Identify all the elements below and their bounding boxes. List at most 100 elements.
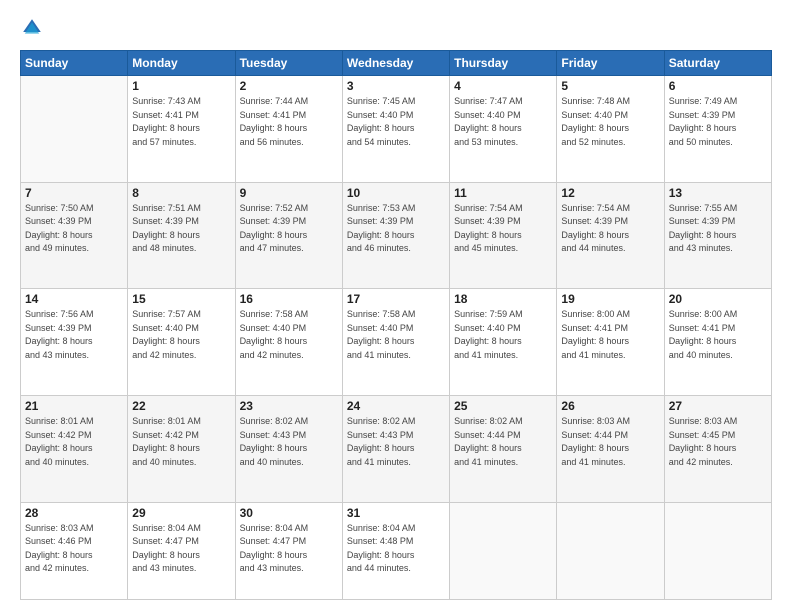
- calendar-cell: 19 Sunrise: 8:00 AMSunset: 4:41 PMDayligh…: [557, 289, 664, 396]
- weekday-header-thursday: Thursday: [450, 51, 557, 76]
- day-info: Sunrise: 7:47 AMSunset: 4:40 PMDaylight:…: [454, 95, 552, 149]
- calendar-cell: [557, 502, 664, 599]
- day-info: Sunrise: 8:03 AMSunset: 4:44 PMDaylight:…: [561, 415, 659, 469]
- day-info: Sunrise: 7:57 AMSunset: 4:40 PMDaylight:…: [132, 308, 230, 362]
- day-number: 6: [669, 79, 767, 93]
- day-info: Sunrise: 7:43 AMSunset: 4:41 PMDaylight:…: [132, 95, 230, 149]
- calendar-cell: 18 Sunrise: 7:59 AMSunset: 4:40 PMDayligh…: [450, 289, 557, 396]
- calendar-cell: 6 Sunrise: 7:49 AMSunset: 4:39 PMDaylight…: [664, 76, 771, 183]
- day-number: 31: [347, 506, 445, 520]
- day-info: Sunrise: 7:44 AMSunset: 4:41 PMDaylight:…: [240, 95, 338, 149]
- day-number: 9: [240, 186, 338, 200]
- day-number: 8: [132, 186, 230, 200]
- day-number: 18: [454, 292, 552, 306]
- day-info: Sunrise: 7:59 AMSunset: 4:40 PMDaylight:…: [454, 308, 552, 362]
- weekday-header-sunday: Sunday: [21, 51, 128, 76]
- calendar-cell: [450, 502, 557, 599]
- calendar-cell: 31Sunrise: 8:04 AMSunset: 4:48 PMDayligh…: [342, 502, 449, 599]
- day-info: Sunrise: 7:49 AMSunset: 4:39 PMDaylight:…: [669, 95, 767, 149]
- calendar-cell: 15 Sunrise: 7:57 AMSunset: 4:40 PMDayligh…: [128, 289, 235, 396]
- calendar-table: SundayMondayTuesdayWednesdayThursdayFrid…: [20, 50, 772, 600]
- calendar-week-row: 21 Sunrise: 8:01 AMSunset: 4:42 PMDayligh…: [21, 396, 772, 503]
- day-info: Sunrise: 8:02 AMSunset: 4:44 PMDaylight:…: [454, 415, 552, 469]
- day-info: Sunrise: 8:04 AMSunset: 4:47 PMDaylight:…: [132, 522, 230, 576]
- calendar-cell: 8 Sunrise: 7:51 AMSunset: 4:39 PMDaylight…: [128, 182, 235, 289]
- day-number: 30: [240, 506, 338, 520]
- day-info: Sunrise: 7:53 AMSunset: 4:39 PMDaylight:…: [347, 202, 445, 256]
- calendar-cell: 25 Sunrise: 8:02 AMSunset: 4:44 PMDayligh…: [450, 396, 557, 503]
- day-number: 12: [561, 186, 659, 200]
- weekday-header-friday: Friday: [557, 51, 664, 76]
- day-number: 22: [132, 399, 230, 413]
- day-info: Sunrise: 8:02 AMSunset: 4:43 PMDaylight:…: [240, 415, 338, 469]
- day-number: 19: [561, 292, 659, 306]
- calendar-cell: 24Sunrise: 8:02 AMSunset: 4:43 PMDayligh…: [342, 396, 449, 503]
- calendar-cell: 14 Sunrise: 7:56 AMSunset: 4:39 PMDayligh…: [21, 289, 128, 396]
- weekday-header-saturday: Saturday: [664, 51, 771, 76]
- calendar-week-row: 14 Sunrise: 7:56 AMSunset: 4:39 PMDayligh…: [21, 289, 772, 396]
- day-number: 26: [561, 399, 659, 413]
- day-number: 14: [25, 292, 123, 306]
- day-number: 1: [132, 79, 230, 93]
- calendar-cell: 27 Sunrise: 8:03 AMSunset: 4:45 PMDayligh…: [664, 396, 771, 503]
- day-info: Sunrise: 8:03 AMSunset: 4:46 PMDaylight:…: [25, 522, 123, 576]
- day-number: 16: [240, 292, 338, 306]
- calendar-week-row: 1 Sunrise: 7:43 AMSunset: 4:41 PMDaylight…: [21, 76, 772, 183]
- weekday-header-wednesday: Wednesday: [342, 51, 449, 76]
- day-info: Sunrise: 7:54 AMSunset: 4:39 PMDaylight:…: [561, 202, 659, 256]
- calendar-cell: 26 Sunrise: 8:03 AMSunset: 4:44 PMDayligh…: [557, 396, 664, 503]
- day-info: Sunrise: 8:02 AMSunset: 4:43 PMDaylight:…: [347, 415, 445, 469]
- calendar-cell: 30 Sunrise: 8:04 AMSunset: 4:47 PMDayligh…: [235, 502, 342, 599]
- calendar-cell: 28 Sunrise: 8:03 AMSunset: 4:46 PMDayligh…: [21, 502, 128, 599]
- calendar-cell: 16Sunrise: 7:58 AMSunset: 4:40 PMDayligh…: [235, 289, 342, 396]
- calendar-cell: 2 Sunrise: 7:44 AMSunset: 4:41 PMDaylight…: [235, 76, 342, 183]
- logo-icon: [20, 16, 44, 40]
- day-info: Sunrise: 8:04 AMSunset: 4:47 PMDaylight:…: [240, 522, 338, 576]
- day-number: 29: [132, 506, 230, 520]
- day-number: 5: [561, 79, 659, 93]
- day-number: 28: [25, 506, 123, 520]
- day-info: Sunrise: 7:52 AMSunset: 4:39 PMDaylight:…: [240, 202, 338, 256]
- day-info: Sunrise: 8:00 AMSunset: 4:41 PMDaylight:…: [669, 308, 767, 362]
- weekday-header-monday: Monday: [128, 51, 235, 76]
- day-info: Sunrise: 7:45 AMSunset: 4:40 PMDaylight:…: [347, 95, 445, 149]
- day-number: 21: [25, 399, 123, 413]
- calendar-cell: 11 Sunrise: 7:54 AMSunset: 4:39 PMDayligh…: [450, 182, 557, 289]
- calendar-cell: [664, 502, 771, 599]
- weekday-header-row: SundayMondayTuesdayWednesdayThursdayFrid…: [21, 51, 772, 76]
- calendar-cell: 21 Sunrise: 8:01 AMSunset: 4:42 PMDayligh…: [21, 396, 128, 503]
- day-number: 27: [669, 399, 767, 413]
- calendar-cell: 23Sunrise: 8:02 AMSunset: 4:43 PMDayligh…: [235, 396, 342, 503]
- day-number: 11: [454, 186, 552, 200]
- day-number: 2: [240, 79, 338, 93]
- day-info: Sunrise: 8:01 AMSunset: 4:42 PMDaylight:…: [25, 415, 123, 469]
- calendar-cell: 17Sunrise: 7:58 AMSunset: 4:40 PMDayligh…: [342, 289, 449, 396]
- day-info: Sunrise: 7:55 AMSunset: 4:39 PMDaylight:…: [669, 202, 767, 256]
- calendar-cell: 20 Sunrise: 8:00 AMSunset: 4:41 PMDayligh…: [664, 289, 771, 396]
- day-number: 10: [347, 186, 445, 200]
- day-info: Sunrise: 7:58 AMSunset: 4:40 PMDaylight:…: [347, 308, 445, 362]
- day-info: Sunrise: 7:48 AMSunset: 4:40 PMDaylight:…: [561, 95, 659, 149]
- day-info: Sunrise: 7:56 AMSunset: 4:39 PMDaylight:…: [25, 308, 123, 362]
- day-info: Sunrise: 7:54 AMSunset: 4:39 PMDaylight:…: [454, 202, 552, 256]
- day-info: Sunrise: 7:51 AMSunset: 4:39 PMDaylight:…: [132, 202, 230, 256]
- calendar-week-row: 7 Sunrise: 7:50 AMSunset: 4:39 PMDaylight…: [21, 182, 772, 289]
- calendar-cell: 10 Sunrise: 7:53 AMSunset: 4:39 PMDayligh…: [342, 182, 449, 289]
- day-info: Sunrise: 8:00 AMSunset: 4:41 PMDaylight:…: [561, 308, 659, 362]
- calendar-cell: 3 Sunrise: 7:45 AMSunset: 4:40 PMDaylight…: [342, 76, 449, 183]
- calendar-cell: 22Sunrise: 8:01 AMSunset: 4:42 PMDayligh…: [128, 396, 235, 503]
- calendar-cell: 13 Sunrise: 7:55 AMSunset: 4:39 PMDayligh…: [664, 182, 771, 289]
- day-number: 13: [669, 186, 767, 200]
- day-number: 25: [454, 399, 552, 413]
- calendar-week-row: 28 Sunrise: 8:03 AMSunset: 4:46 PMDayligh…: [21, 502, 772, 599]
- day-info: Sunrise: 7:50 AMSunset: 4:39 PMDaylight:…: [25, 202, 123, 256]
- weekday-header-tuesday: Tuesday: [235, 51, 342, 76]
- calendar-cell: 5 Sunrise: 7:48 AMSunset: 4:40 PMDaylight…: [557, 76, 664, 183]
- day-number: 20: [669, 292, 767, 306]
- day-number: 7: [25, 186, 123, 200]
- day-info: Sunrise: 8:03 AMSunset: 4:45 PMDaylight:…: [669, 415, 767, 469]
- day-number: 4: [454, 79, 552, 93]
- calendar-cell: 12 Sunrise: 7:54 AMSunset: 4:39 PMDayligh…: [557, 182, 664, 289]
- day-number: 15: [132, 292, 230, 306]
- day-number: 3: [347, 79, 445, 93]
